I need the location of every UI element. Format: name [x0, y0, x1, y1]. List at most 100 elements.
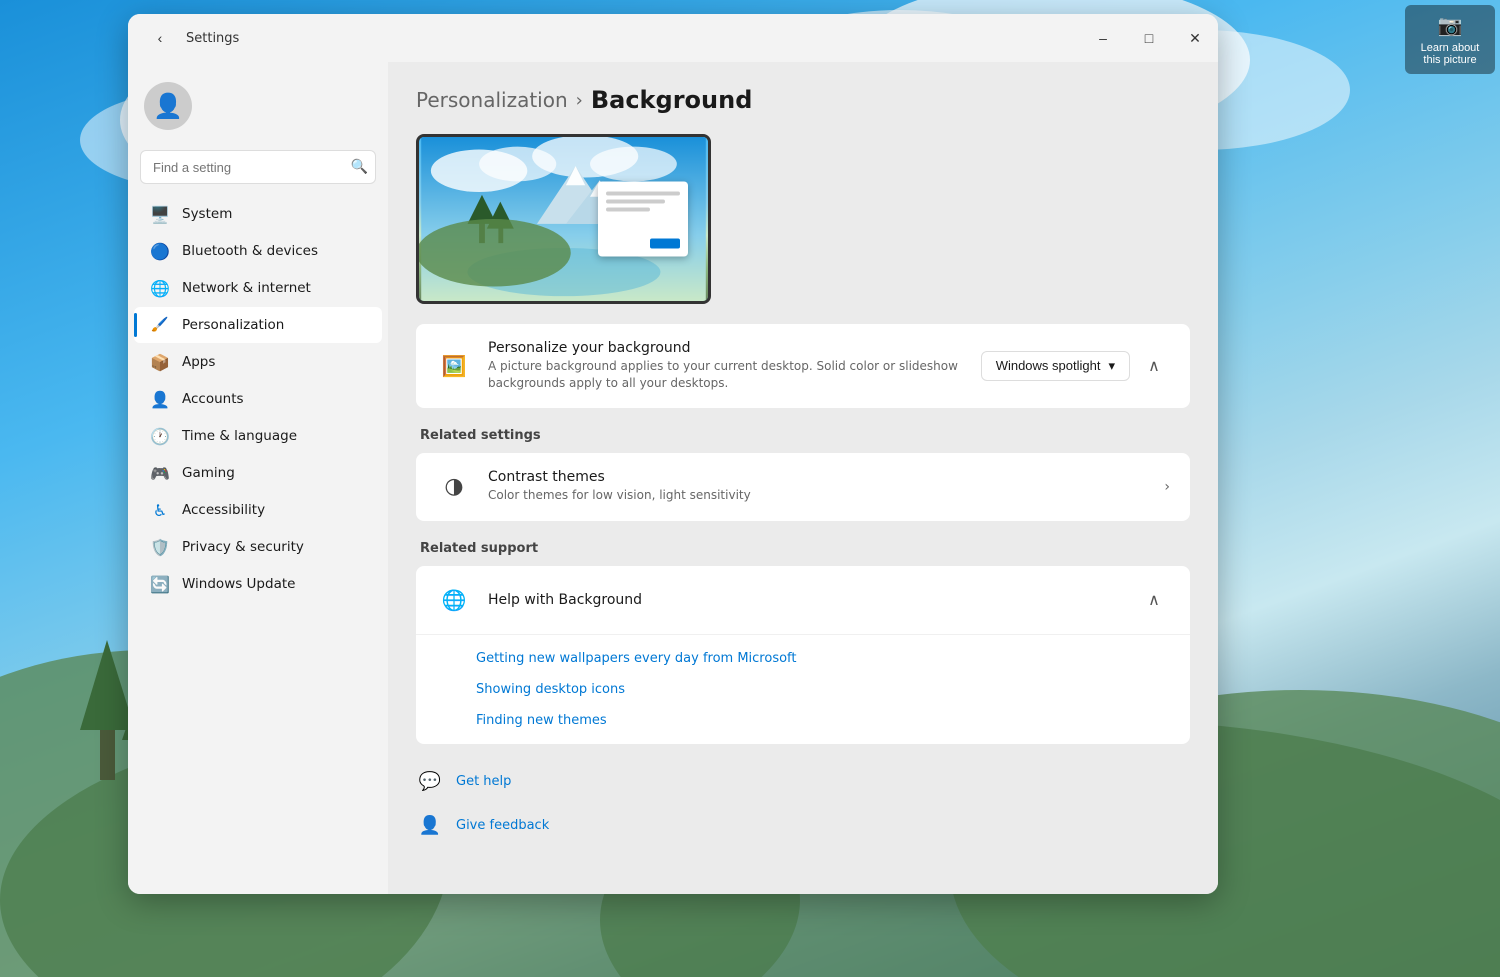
preview-line	[606, 192, 680, 196]
personalize-background-row: 🖼️ Personalize your background A picture…	[416, 324, 1190, 408]
maximize-button[interactable]: □	[1126, 14, 1172, 62]
help-title: Help with Background	[488, 592, 1122, 608]
support-link-themes[interactable]: Finding new themes	[416, 705, 1190, 736]
related-settings-card: ◑ Contrast themes Color themes for low v…	[416, 453, 1190, 521]
avatar: 👤	[144, 82, 192, 130]
sidebar-item-label: Time & language	[182, 428, 297, 444]
breadcrumb-parent: Personalization	[416, 88, 568, 112]
preview-dialog	[598, 182, 688, 257]
give-feedback-link[interactable]: Give feedback	[456, 818, 549, 833]
sidebar-item-update[interactable]: 🔄 Windows Update	[134, 566, 382, 602]
contrast-icon: ◑	[436, 469, 472, 505]
sidebar-item-personalization[interactable]: 🖌️ Personalization	[134, 307, 382, 343]
background-dropdown[interactable]: Windows spotlight ▾	[981, 351, 1130, 381]
related-support-card: 🌐 Help with Background ∧ Getting new wal…	[416, 566, 1190, 744]
personalize-text: Personalize your background A picture ba…	[488, 340, 965, 392]
app-title: Settings	[186, 31, 239, 46]
breadcrumb: Personalization › Background	[416, 86, 1190, 114]
sidebar-item-time[interactable]: 🕐 Time & language	[134, 418, 382, 454]
related-settings-header: Related settings	[416, 428, 1190, 443]
sidebar-item-accounts[interactable]: 👤 Accounts	[134, 381, 382, 417]
accessibility-icon: ♿	[150, 500, 170, 520]
window-controls: – □ ✕	[1080, 14, 1218, 62]
search-icon: 🔍	[351, 159, 368, 175]
sidebar-item-gaming[interactable]: 🎮 Gaming	[134, 455, 382, 491]
get-help-row: 💬 Get help	[416, 764, 1190, 800]
help-text: Help with Background	[488, 592, 1122, 608]
personalize-title: Personalize your background	[488, 340, 965, 356]
personalize-control: Windows spotlight ▾ ∧	[981, 350, 1170, 382]
sidebar-item-label: System	[182, 206, 232, 222]
sidebar-item-label: Apps	[182, 354, 215, 370]
get-help-icon: 💬	[416, 768, 444, 796]
main-area: 👤 🔍 🖥️ System 🔵 Bluetooth & devices 🌐 Ne…	[128, 62, 1218, 894]
breadcrumb-current: Background	[591, 86, 753, 114]
dropdown-chevron-icon: ▾	[1108, 358, 1115, 374]
learn-about-label: Learn about this picture	[1415, 42, 1485, 66]
preview-line	[606, 208, 650, 212]
personalize-description: A picture background applies to your cur…	[488, 358, 965, 392]
sidebar: 👤 🔍 🖥️ System 🔵 Bluetooth & devices 🌐 Ne…	[128, 62, 388, 894]
contrast-text: Contrast themes Color themes for low vis…	[488, 469, 1148, 504]
globe-icon: 🌐	[436, 582, 472, 618]
bluetooth-icon: 🔵	[150, 241, 170, 261]
contrast-title: Contrast themes	[488, 469, 1148, 485]
back-button[interactable]: ‹	[144, 22, 176, 54]
chevron-up-icon: ∧	[1148, 590, 1160, 610]
minimize-button[interactable]: –	[1080, 14, 1126, 62]
sidebar-item-label: Network & internet	[182, 280, 311, 296]
time-icon: 🕐	[150, 426, 170, 446]
support-links-container: Getting new wallpapers every day from Mi…	[416, 634, 1190, 744]
chevron-right-icon: ›	[1164, 479, 1170, 495]
personalization-icon: 🖌️	[150, 315, 170, 335]
update-icon: 🔄	[150, 574, 170, 594]
sidebar-item-network[interactable]: 🌐 Network & internet	[134, 270, 382, 306]
get-help-link[interactable]: Get help	[456, 774, 511, 789]
dropdown-value: Windows spotlight	[996, 358, 1101, 373]
settings-window: ‹ Settings – □ ✕ 👤 🔍 🖥️ System	[128, 14, 1218, 894]
breadcrumb-separator: ›	[576, 90, 583, 111]
sidebar-item-label: Gaming	[182, 465, 235, 481]
related-support-header: Related support	[416, 541, 1190, 556]
system-icon: 🖥️	[150, 204, 170, 224]
learn-about-picture-button[interactable]: 📷 Learn about this picture	[1405, 5, 1495, 74]
sidebar-item-bluetooth[interactable]: 🔵 Bluetooth & devices	[134, 233, 382, 269]
search-input[interactable]	[140, 150, 376, 184]
personalize-icon: 🖼️	[436, 348, 472, 384]
contrast-control: ›	[1164, 479, 1170, 495]
personalize-expand-button[interactable]: ∧	[1138, 350, 1170, 382]
preview-line	[606, 200, 665, 204]
sidebar-item-accessibility[interactable]: ♿ Accessibility	[134, 492, 382, 528]
title-bar: ‹ Settings – □ ✕	[128, 14, 1218, 62]
avatar-icon: 👤	[153, 92, 183, 120]
accounts-icon: 👤	[150, 389, 170, 409]
apps-icon: 📦	[150, 352, 170, 372]
contrast-themes-row[interactable]: ◑ Contrast themes Color themes for low v…	[416, 453, 1190, 521]
gaming-icon: 🎮	[150, 463, 170, 483]
sidebar-item-system[interactable]: 🖥️ System	[134, 196, 382, 232]
sidebar-item-apps[interactable]: 📦 Apps	[134, 344, 382, 380]
support-link-desktop-icons[interactable]: Showing desktop icons	[416, 674, 1190, 705]
contrast-description: Color themes for low vision, light sensi…	[488, 487, 1148, 504]
give-feedback-row: 👤 Give feedback	[416, 808, 1190, 844]
bottom-links: 💬 Get help 👤 Give feedback	[416, 764, 1190, 844]
sidebar-item-label: Personalization	[182, 317, 284, 333]
sidebar-item-label: Accounts	[182, 391, 244, 407]
preview-btn	[650, 239, 680, 249]
desktop-preview	[416, 134, 711, 304]
help-expand-button[interactable]: ∧	[1138, 584, 1170, 616]
content-panel: Personalization › Background	[388, 62, 1218, 894]
sidebar-item-label: Accessibility	[182, 502, 265, 518]
support-link-wallpapers[interactable]: Getting new wallpapers every day from Mi…	[416, 643, 1190, 674]
chevron-up-icon: ∧	[1148, 356, 1160, 376]
help-control: ∧	[1138, 584, 1170, 616]
privacy-icon: 🛡️	[150, 537, 170, 557]
sidebar-item-privacy[interactable]: 🛡️ Privacy & security	[134, 529, 382, 565]
close-button[interactable]: ✕	[1172, 14, 1218, 62]
camera-icon: 📷	[1438, 13, 1463, 38]
sidebar-item-label: Windows Update	[182, 576, 295, 592]
sidebar-item-label: Privacy & security	[182, 539, 304, 555]
personalize-background-card: 🖼️ Personalize your background A picture…	[416, 324, 1190, 408]
user-avatar-section: 👤	[128, 70, 388, 150]
help-background-row[interactable]: 🌐 Help with Background ∧	[416, 566, 1190, 634]
